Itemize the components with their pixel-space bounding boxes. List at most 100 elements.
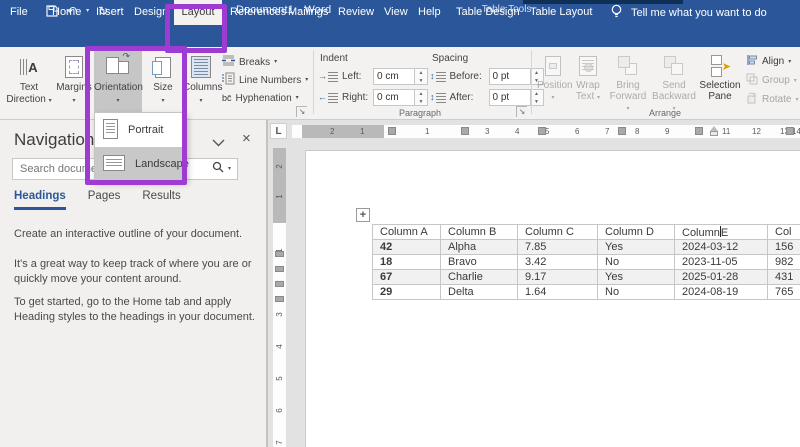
tab-view[interactable]: View (384, 0, 408, 25)
align-button[interactable]: Align ▾ (746, 53, 791, 70)
tab-table-design[interactable]: Table Design (456, 0, 520, 25)
table-row-marker[interactable] (275, 281, 284, 287)
indent-left-spinner[interactable]: ▲ ▼ (415, 68, 428, 85)
nav-tab-headings[interactable]: Headings (14, 190, 66, 210)
navigation-close-icon[interactable]: × (242, 131, 251, 147)
table-cell[interactable]: 9.17 (517, 269, 598, 285)
indent-right-spinner[interactable]: ▲ ▼ (415, 89, 428, 106)
navigation-options-chevron-icon[interactable] (212, 134, 225, 152)
align-caret-icon: ▾ (788, 58, 792, 65)
nav-tab-pages[interactable]: Pages (88, 190, 121, 210)
table-row-marker[interactable] (275, 296, 284, 302)
table-cell[interactable]: Yes (597, 269, 675, 285)
table-column-marker[interactable] (618, 127, 626, 135)
wrap-text-caret-icon: ▾ (597, 95, 601, 101)
table-header-cell[interactable]: Column B (440, 224, 518, 240)
table-row-marker[interactable] (275, 251, 284, 257)
position-button: Position ▾ (537, 50, 573, 102)
vertical-ruler[interactable]: 2 1 1 2 3 4 5 6 7 (273, 148, 286, 447)
tab-layout[interactable]: Layout (174, 0, 222, 25)
table-cell[interactable]: No (597, 254, 675, 270)
table-cell[interactable]: 42 (372, 239, 441, 255)
table-cell[interactable]: 2024-08-19 (674, 284, 768, 300)
ruler-number: 7 (275, 440, 284, 445)
orientation-dropdown: Portrait Landscape (94, 112, 189, 181)
indent-left-input[interactable] (373, 68, 415, 85)
menu-item-portrait[interactable]: Portrait (95, 113, 185, 147)
table-column-marker[interactable] (695, 127, 703, 135)
margins-button[interactable]: Margins ▾ (55, 50, 93, 112)
table-cell[interactable]: Yes (597, 239, 675, 255)
nav-tab-results[interactable]: Results (142, 190, 180, 210)
table-cell[interactable]: 18 (372, 254, 441, 270)
header-e-text: E (720, 226, 729, 239)
navigation-help-text-2: It's a great way to keep track of where … (14, 258, 252, 286)
table-cell[interactable]: 982 (767, 254, 800, 270)
table-cell[interactable]: 765 (767, 284, 800, 300)
line-numbers-button[interactable]: Line Numbers ▾ (222, 72, 308, 88)
orientation-button[interactable]: ↷ Orientation ▾ (94, 50, 143, 112)
tab-insert[interactable]: Insert (96, 0, 124, 25)
tab-home[interactable]: Home (52, 0, 81, 25)
text-direction-caret-icon: ▾ (48, 98, 52, 104)
tab-file[interactable]: File (10, 0, 28, 25)
ruler-number: 4 (515, 127, 520, 136)
hyphenation-button[interactable]: bc̄ Hyphenation ▾ (222, 90, 299, 106)
table-cell[interactable]: 431 (767, 269, 800, 285)
paragraph-dialog-launcher[interactable]: ↘ (516, 106, 527, 117)
selection-pane-button[interactable]: ➤ Selection Pane (698, 50, 742, 102)
table-row-marker[interactable] (275, 266, 284, 272)
breaks-button[interactable]: Breaks ▾ (222, 54, 277, 70)
table-cell[interactable]: 29 (372, 284, 441, 300)
tab-selector-button[interactable]: L (270, 123, 287, 139)
group-label: Group (762, 75, 790, 86)
horizontal-ruler[interactable]: 2 1 1 3 4 5 6 7 8 9 11 12 13 14 (292, 125, 800, 138)
table-cell[interactable]: Charlie (440, 269, 518, 285)
tab-mailings[interactable]: Mailings (288, 0, 328, 25)
search-icon[interactable] (212, 160, 224, 178)
table-move-handle[interactable]: + (356, 208, 370, 222)
table-cell[interactable]: 7.85 (517, 239, 598, 255)
table-cell[interactable]: 2024-03-12 (674, 239, 768, 255)
indent-marker[interactable] (710, 126, 718, 137)
spacing-after-input[interactable] (488, 89, 531, 106)
table-cell[interactable]: 67 (372, 269, 441, 285)
spacing-heading: Spacing (432, 53, 469, 64)
table-header-cell[interactable]: Col (767, 224, 800, 240)
table-cell[interactable]: 1.64 (517, 284, 598, 300)
table-header-cell[interactable]: ColumnE (674, 224, 768, 240)
table-cell[interactable]: 156 (767, 239, 800, 255)
table-cell[interactable]: 3.42 (517, 254, 598, 270)
table-column-marker[interactable] (461, 127, 469, 135)
tab-table-layout[interactable]: Table Layout (530, 0, 592, 25)
table-cell[interactable]: 2023-11-05 (674, 254, 768, 270)
table-cell[interactable]: Bravo (440, 254, 518, 270)
tab-help[interactable]: Help (418, 0, 441, 25)
table-header-cell[interactable]: Column C (517, 224, 598, 240)
tab-design[interactable]: Design (134, 0, 168, 25)
table-header-cell[interactable]: Column D (597, 224, 675, 240)
tab-review[interactable]: Review (338, 0, 374, 25)
page-setup-dialog-launcher[interactable]: ↘ (296, 106, 307, 117)
table-cell[interactable]: Delta (440, 284, 518, 300)
menu-item-landscape[interactable]: Landscape (95, 147, 189, 181)
undo-caret-icon[interactable]: ▾ (86, 8, 89, 14)
search-options-caret-icon[interactable]: ▾ (228, 166, 231, 172)
navigation-help-text-3: To get started, go to the Home tab and a… (14, 296, 255, 324)
spacing-before-field: ▲▼ (488, 68, 544, 85)
text-direction-button[interactable]: A Text Direction ▾ (5, 50, 53, 112)
spacing-before-input[interactable] (488, 68, 531, 85)
tab-references[interactable]: References (230, 0, 286, 25)
size-button[interactable]: Size ▾ (144, 50, 182, 112)
table-cell[interactable]: No (597, 284, 675, 300)
indent-right-input[interactable] (373, 89, 415, 106)
table-column-marker[interactable] (388, 127, 396, 135)
table-cell[interactable]: 2025-01-28 (674, 269, 768, 285)
table-cell[interactable]: Alpha (440, 239, 518, 255)
tell-me-box[interactable]: Tell me what you want to do (610, 0, 767, 25)
table-column-marker[interactable] (786, 127, 794, 135)
table-header-cell[interactable]: Column A (372, 224, 441, 240)
pane-splitter[interactable] (266, 120, 268, 447)
table-column-marker[interactable] (538, 127, 546, 135)
columns-button[interactable]: Columns ▾ (183, 50, 222, 112)
